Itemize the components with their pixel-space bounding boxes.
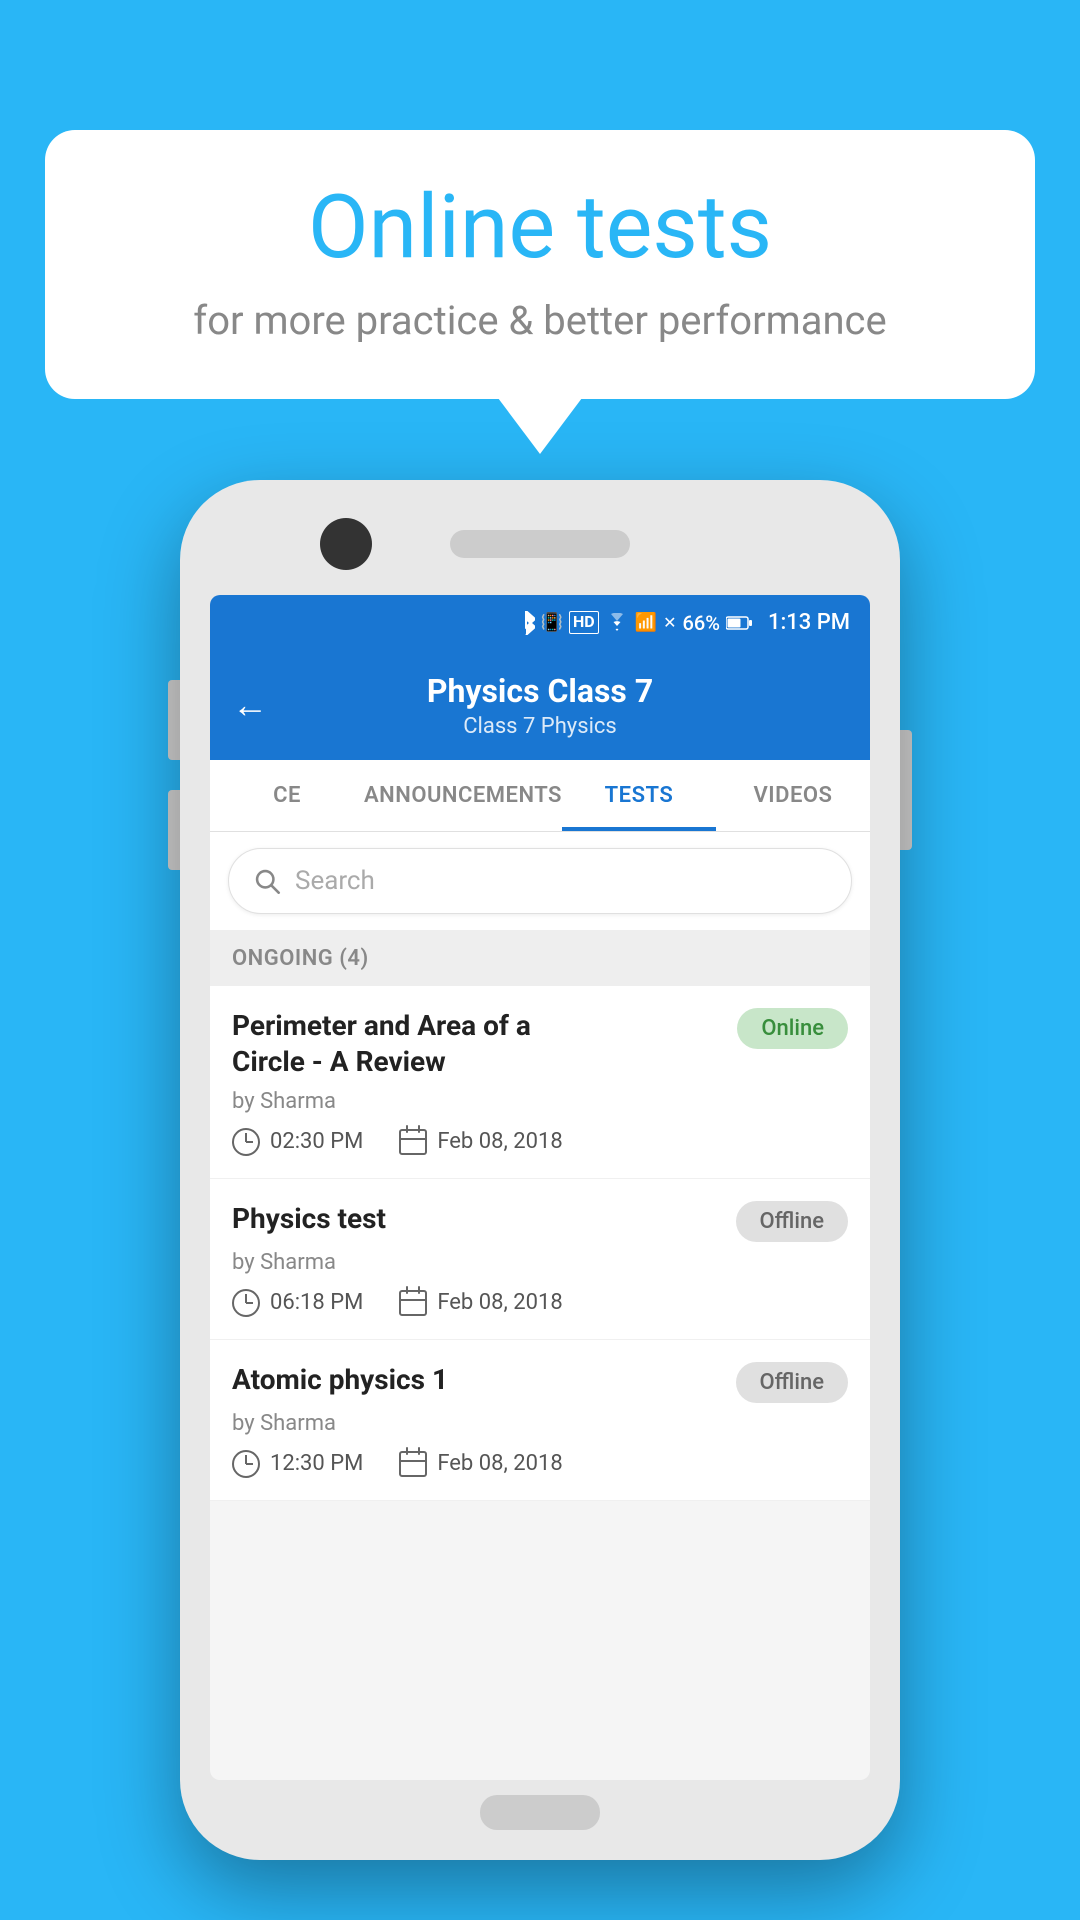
test-status-badge: Online <box>737 1008 848 1049</box>
test-author: by Sharma <box>232 1411 848 1436</box>
vibrate-icon: 📳 <box>541 612 563 633</box>
test-status-badge: Offline <box>736 1362 848 1403</box>
tab-tests[interactable]: TESTS <box>562 760 716 831</box>
battery-label: 66% <box>682 611 719 635</box>
app-bar: ← Physics Class 7 Class 7 Physics <box>210 650 870 760</box>
status-bar: 📳 HD 📶 ✕ 66% <box>210 595 870 650</box>
hd-badge: HD <box>569 611 599 634</box>
test-item[interactable]: Physics test Offline by Sharma 06:18 PM … <box>210 1179 870 1340</box>
tabs-bar: CE ANNOUNCEMENTS TESTS VIDEOS <box>210 760 870 832</box>
speech-bubble-title: Online tests <box>105 180 975 277</box>
volume-down-button <box>168 790 180 870</box>
date-label: Feb 08, 2018 <box>437 1129 562 1154</box>
test-item[interactable]: Perimeter and Area of a Circle - A Revie… <box>210 986 870 1179</box>
time-label: 12:30 PM <box>270 1451 363 1476</box>
calendar-icon <box>399 1129 427 1155</box>
speech-bubble-subtitle: for more practice & better performance <box>105 297 975 344</box>
search-icon <box>253 867 281 895</box>
signal-icon: 📶 <box>635 612 657 633</box>
test-meta: 12:30 PM Feb 08, 2018 <box>232 1450 848 1478</box>
volume-up-button <box>168 680 180 760</box>
clock-icon <box>232 1289 260 1317</box>
test-date: Feb 08, 2018 <box>399 1129 562 1155</box>
test-date: Feb 08, 2018 <box>399 1451 562 1477</box>
test-author: by Sharma <box>232 1089 848 1114</box>
time-label: 02:30 PM <box>270 1129 363 1154</box>
test-item[interactable]: Atomic physics 1 Offline by Sharma 12:30… <box>210 1340 870 1501</box>
tab-announcements[interactable]: ANNOUNCEMENTS <box>364 760 562 831</box>
search-placeholder: Search <box>295 866 375 896</box>
wifi-icon <box>605 613 629 633</box>
test-item-header: Physics test Offline <box>232 1201 848 1242</box>
phone-home-button[interactable] <box>480 1795 600 1830</box>
section-header-label: ONGOING (4) <box>232 946 369 971</box>
calendar-icon <box>399 1451 427 1477</box>
date-label: Feb 08, 2018 <box>437 1451 562 1476</box>
test-meta: 06:18 PM Feb 08, 2018 <box>232 1289 848 1317</box>
phone-camera <box>320 518 372 570</box>
phone-screen: 📳 HD 📶 ✕ 66% <box>210 595 870 1780</box>
date-label: Feb 08, 2018 <box>437 1290 562 1315</box>
status-time: 1:13 PM <box>768 610 850 635</box>
phone-mockup: 📳 HD 📶 ✕ 66% <box>180 480 900 1860</box>
no-signal-icon: ✕ <box>663 613 676 632</box>
test-title: Physics test <box>232 1201 602 1237</box>
back-button[interactable]: ← <box>232 684 268 726</box>
bluetooth-icon <box>517 611 535 635</box>
search-input[interactable]: Search <box>228 848 852 914</box>
test-item-header: Perimeter and Area of a Circle - A Revie… <box>232 1008 848 1081</box>
clock-icon <box>232 1128 260 1156</box>
time-label: 06:18 PM <box>270 1290 363 1315</box>
battery-icon <box>726 615 752 631</box>
tab-ce[interactable]: CE <box>210 760 364 831</box>
test-title: Atomic physics 1 <box>232 1362 602 1398</box>
speech-bubble: Online tests for more practice & better … <box>45 130 1035 399</box>
test-date: Feb 08, 2018 <box>399 1290 562 1316</box>
status-icons: 📳 HD 📶 ✕ 66% <box>517 611 752 635</box>
test-author: by Sharma <box>232 1250 848 1275</box>
clock-icon <box>232 1450 260 1478</box>
app-bar-subtitle: Class 7 Physics <box>463 714 617 739</box>
test-time: 12:30 PM <box>232 1450 363 1478</box>
section-header: ONGOING (4) <box>210 930 870 986</box>
app-bar-title: Physics Class 7 <box>427 672 653 710</box>
power-button <box>900 730 912 850</box>
calendar-icon <box>399 1290 427 1316</box>
test-time: 06:18 PM <box>232 1289 363 1317</box>
test-title: Perimeter and Area of a Circle - A Revie… <box>232 1008 602 1081</box>
test-time: 02:30 PM <box>232 1128 363 1156</box>
phone-speaker <box>450 530 630 558</box>
test-item-header: Atomic physics 1 Offline <box>232 1362 848 1403</box>
search-container: Search <box>210 832 870 930</box>
test-meta: 02:30 PM Feb 08, 2018 <box>232 1128 848 1156</box>
tab-videos[interactable]: VIDEOS <box>716 760 870 831</box>
test-status-badge: Offline <box>736 1201 848 1242</box>
